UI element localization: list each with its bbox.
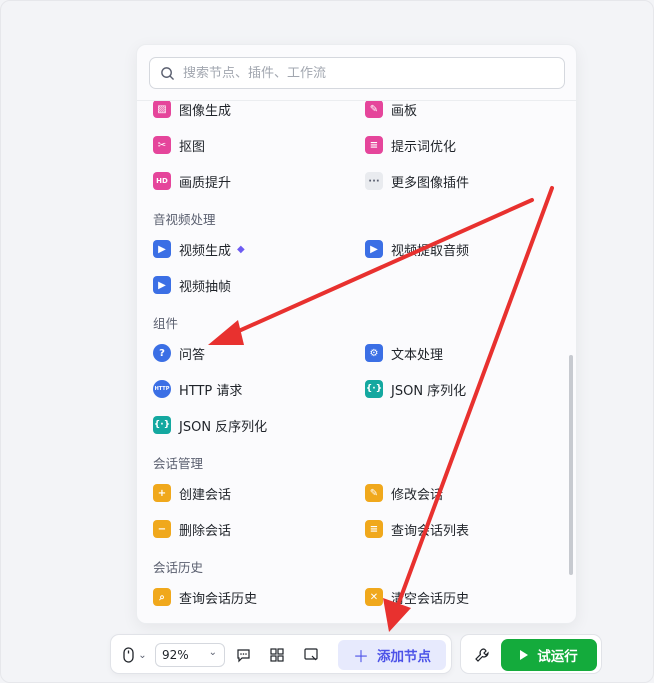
node-label: 画质提升 xyxy=(179,175,232,191)
minimap-icon xyxy=(303,648,318,661)
node-canvas-board[interactable]: ✎ 画板 xyxy=(365,101,417,121)
node-label: 查询会话列表 xyxy=(391,523,470,539)
node-list[interactable]: ▨ 图像生成 ✎ 画板 ✂ 抠图 ≡ 提示词优化 HD 画质提升 ··· 更多图… xyxy=(137,101,576,623)
node-label: 提示词优化 xyxy=(391,139,457,155)
json-braces-icon: {·} xyxy=(365,380,383,398)
node-video-extract-audio[interactable]: ▶ 视频提取音频 xyxy=(365,237,469,261)
node-label: 清空会话历史 xyxy=(391,591,470,607)
node-label: 查询会话历史 xyxy=(179,591,258,607)
session-list-icon: ≡ xyxy=(365,520,383,538)
node-picker-panel: ▨ 图像生成 ✎ 画板 ✂ 抠图 ≡ 提示词优化 HD 画质提升 ··· 更多图… xyxy=(136,44,577,624)
node-create-session[interactable]: + 创建会话 xyxy=(153,481,231,505)
settings-wrench-button[interactable] xyxy=(469,643,495,667)
node-image-generation[interactable]: ▨ 图像生成 xyxy=(153,101,231,121)
interaction-mode-dropdown[interactable]: ⌄ xyxy=(119,643,151,667)
test-run-button[interactable]: 试运行 xyxy=(501,639,597,671)
session-edit-icon: ✎ xyxy=(365,484,383,502)
zoom-select[interactable]: 92% ⌄ xyxy=(155,643,225,667)
minimap-button[interactable] xyxy=(299,643,323,667)
node-label: 问答 xyxy=(179,347,206,363)
video-audio-icon: ▶ xyxy=(365,240,383,258)
node-label: 视频生成 xyxy=(179,243,232,259)
add-node-button[interactable]: ＋ 添加节点 xyxy=(338,640,446,670)
search-input[interactable] xyxy=(183,65,553,81)
node-label: 抠图 xyxy=(179,139,206,155)
node-list-sessions[interactable]: ≡ 查询会话列表 xyxy=(365,517,469,541)
add-node-label: 添加节点 xyxy=(377,649,431,665)
scrollbar[interactable] xyxy=(569,355,573,575)
json-braces-icon: {·} xyxy=(153,416,171,434)
video-frame-icon: ▶ xyxy=(153,276,171,294)
cutout-icon: ✂ xyxy=(153,136,171,154)
node-clear-history[interactable]: ✕ 清空会话历史 xyxy=(365,585,469,609)
node-query-history[interactable]: ⌕ 查询会话历史 xyxy=(153,585,257,609)
auto-layout-button[interactable] xyxy=(265,643,289,667)
node-video-frame-extract[interactable]: ▶ 视频抽帧 xyxy=(153,273,231,297)
node-label: JSON 序列化 xyxy=(391,383,467,399)
canvas-toolbar: ⌄ 92% ⌄ ＋ 添加节点 xyxy=(110,634,452,674)
node-modify-session[interactable]: ✎ 修改会话 xyxy=(365,481,443,505)
node-label: JSON 反序列化 xyxy=(179,419,268,435)
section-audio-video: 音视频处理 xyxy=(153,212,216,227)
plus-icon: ＋ xyxy=(352,647,369,666)
section-session-history: 会话历史 xyxy=(153,560,204,575)
node-http-request[interactable]: HTTP HTTP 请求 xyxy=(153,377,242,401)
node-label: 删除会话 xyxy=(179,523,232,539)
node-label: 图像生成 xyxy=(179,103,232,119)
hd-icon: HD xyxy=(153,172,171,190)
node-cutout[interactable]: ✂ 抠图 xyxy=(153,133,205,157)
node-label: 修改会话 xyxy=(391,487,444,503)
chevron-down-icon: ⌄ xyxy=(138,649,147,661)
node-image-upscale[interactable]: HD 画质提升 xyxy=(153,169,231,193)
node-text-processing[interactable]: ⚙ 文本处理 xyxy=(365,341,443,365)
run-toolbar: 试运行 xyxy=(460,634,602,674)
node-label: 视频抽帧 xyxy=(179,279,232,295)
section-session-management: 会话管理 xyxy=(153,456,204,471)
node-label: 文本处理 xyxy=(391,347,444,363)
question-icon: ? xyxy=(153,344,171,362)
chevron-down-icon: ⌄ xyxy=(208,647,217,658)
node-delete-session[interactable]: − 删除会话 xyxy=(153,517,231,541)
search-box[interactable] xyxy=(149,57,565,89)
node-more-image-plugins[interactable]: ··· 更多图像插件 xyxy=(365,169,469,193)
node-json-deserialize[interactable]: {·} JSON 反序列化 xyxy=(153,413,267,437)
session-delete-icon: − xyxy=(153,520,171,538)
node-video-generation[interactable]: ▶ 视频生成 ◆ xyxy=(153,237,245,261)
node-label: 创建会话 xyxy=(179,487,232,503)
canvas-board-icon: ✎ xyxy=(365,101,383,118)
test-run-label: 试运行 xyxy=(537,649,578,665)
prompt-optimize-icon: ≡ xyxy=(365,136,383,154)
history-query-icon: ⌕ xyxy=(153,588,171,606)
node-label: HTTP 请求 xyxy=(179,383,243,399)
comment-icon xyxy=(236,648,250,662)
premium-diamond-icon: ◆ xyxy=(237,243,245,255)
node-label: 画板 xyxy=(391,103,418,119)
node-label: 更多图像插件 xyxy=(391,175,470,191)
video-icon: ▶ xyxy=(153,240,171,258)
session-create-icon: + xyxy=(153,484,171,502)
play-icon xyxy=(520,650,529,660)
mouse-icon xyxy=(123,647,134,663)
more-icon: ··· xyxy=(365,172,383,190)
node-qa[interactable]: ? 问答 xyxy=(153,341,205,365)
zoom-value: 92% xyxy=(162,648,189,662)
node-json-serialize[interactable]: {·} JSON 序列化 xyxy=(365,377,466,401)
wrench-icon xyxy=(475,648,489,662)
section-components: 组件 xyxy=(153,316,179,331)
layout-grid-icon xyxy=(270,648,284,662)
image-generate-icon: ▨ xyxy=(153,101,171,118)
comment-button[interactable] xyxy=(231,643,255,667)
search-icon xyxy=(161,66,174,80)
text-process-icon: ⚙ xyxy=(365,344,383,362)
node-prompt-optimize[interactable]: ≡ 提示词优化 xyxy=(365,133,456,157)
history-clear-icon: ✕ xyxy=(365,588,383,606)
http-icon: HTTP xyxy=(153,380,171,398)
node-label: 视频提取音频 xyxy=(391,243,470,259)
